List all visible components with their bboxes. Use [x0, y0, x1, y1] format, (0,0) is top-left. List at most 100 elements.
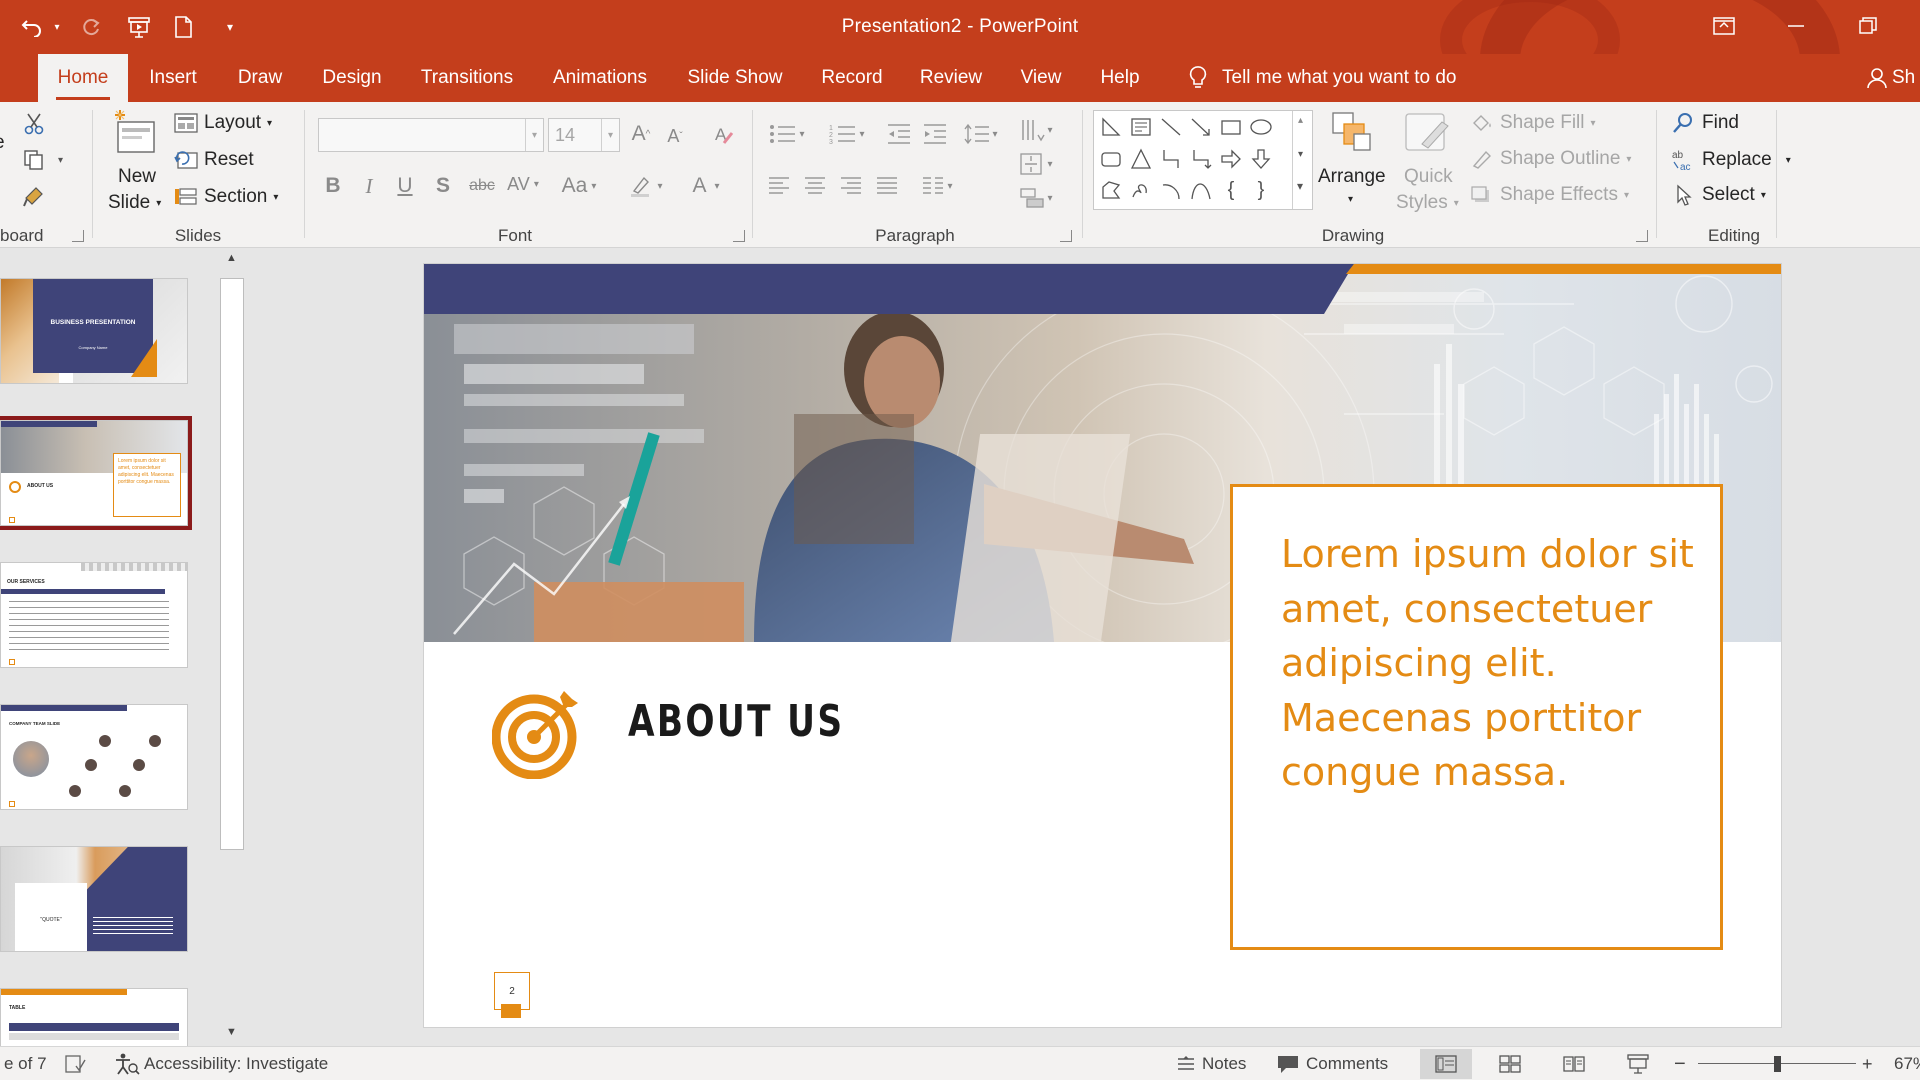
rounded-rectangle-icon[interactable]	[1098, 146, 1124, 172]
left-brace-icon[interactable]: {	[1218, 177, 1244, 203]
scroll-down-icon[interactable]: ▾	[1298, 149, 1303, 160]
body-text[interactable]: Lorem ipsum dolor sit amet, consectetuer…	[1281, 527, 1701, 800]
normal-view-icon[interactable]	[1420, 1049, 1472, 1079]
scrollbar-thumb[interactable]	[220, 278, 244, 850]
paragraph-launcher-icon[interactable]	[1060, 230, 1072, 242]
slide-thumbnail-2[interactable]: Lorem ipsum dolor sit amet, consectetuer…	[0, 416, 192, 530]
highlight-color-icon[interactable]: ▾	[624, 170, 668, 202]
down-arrow-shape-icon[interactable]	[1248, 146, 1274, 172]
lightbulb-icon[interactable]	[1180, 54, 1216, 102]
tab-help[interactable]: Help	[1092, 54, 1148, 102]
find-button[interactable]: Find	[1672, 112, 1739, 134]
font-launcher-icon[interactable]	[733, 230, 745, 242]
convert-to-smartart-icon[interactable]: ▾	[1014, 182, 1058, 214]
align-text-icon[interactable]: ▾	[1014, 148, 1058, 180]
paste-partial-label[interactable]: e	[0, 132, 5, 154]
reset-button[interactable]: Reset	[174, 149, 254, 171]
comments-button[interactable]: Comments	[1276, 1047, 1388, 1080]
slide-thumbnail-5[interactable]: "QUOTE"	[0, 846, 188, 952]
right-brace-icon[interactable]: }	[1248, 177, 1274, 203]
tab-animations[interactable]: Animations	[542, 54, 658, 102]
text-direction-icon[interactable]: ▾	[1014, 114, 1058, 146]
quick-styles-label-2[interactable]: Styles ▾	[1396, 192, 1459, 214]
arrange-label[interactable]: Arrange	[1318, 166, 1386, 188]
notes-button[interactable]: Notes	[1176, 1047, 1246, 1080]
accessibility-button[interactable]: Accessibility: Investigate	[114, 1047, 328, 1080]
target-icon[interactable]	[491, 689, 582, 784]
scribble-shape-icon[interactable]	[1128, 177, 1154, 203]
freeform-shape-icon[interactable]	[1098, 177, 1124, 203]
zoom-out-button[interactable]: −	[1674, 1047, 1686, 1080]
strikethrough-button[interactable]: abc	[464, 170, 500, 202]
tab-insert[interactable]: Insert	[140, 54, 206, 102]
arrange-icon[interactable]	[1330, 110, 1374, 154]
new-slide-icon[interactable]	[110, 108, 160, 158]
font-color-button[interactable]: A ▾	[684, 170, 728, 202]
clear-formatting-icon[interactable]: A	[708, 118, 738, 150]
rectangle-shape-icon[interactable]	[1218, 114, 1244, 140]
replace-button[interactable]: ab ac Replace ▾	[1672, 148, 1791, 172]
tell-me-search[interactable]: Tell me what you want to do	[1222, 54, 1482, 102]
new-slide-label-2[interactable]: Slide ▾	[108, 192, 161, 214]
triangle-shape-icon[interactable]	[1128, 146, 1154, 172]
chevron-down-icon[interactable]: ▾	[1348, 194, 1353, 205]
minimize-icon[interactable]	[1776, 8, 1816, 44]
slide-sorter-icon[interactable]	[1484, 1049, 1536, 1079]
slide-show-view-icon[interactable]	[1612, 1049, 1664, 1079]
tab-slide-show[interactable]: Slide Show	[680, 54, 790, 102]
slide-thumbnail-6[interactable]: TABLE	[0, 988, 188, 1046]
arrow-line-icon[interactable]	[1188, 114, 1214, 140]
curve-shape-icon[interactable]	[1188, 177, 1214, 203]
tab-draw[interactable]: Draw	[228, 54, 292, 102]
increase-font-size-icon[interactable]: A ^	[626, 118, 656, 150]
spell-check-icon[interactable]	[64, 1047, 86, 1080]
tab-review[interactable]: Review	[912, 54, 990, 102]
slide-thumbnail-4[interactable]: COMPANY TEAM SLIDE	[0, 704, 188, 810]
line-shape-icon[interactable]	[1098, 114, 1124, 140]
slide-thumbnail-3[interactable]: OUR SERVICES	[0, 562, 188, 668]
restore-icon[interactable]	[1848, 8, 1888, 44]
change-case-button[interactable]: Aa ▾	[556, 170, 602, 202]
shape-fill-button[interactable]: Shape Fill ▾	[1470, 112, 1596, 134]
scroll-up-icon[interactable]: ▴	[1298, 115, 1303, 126]
format-painter-icon[interactable]	[22, 184, 46, 208]
ribbon-display-options-icon[interactable]	[1704, 8, 1744, 44]
copy-icon[interactable]: ▾	[22, 148, 63, 172]
gallery-scroll[interactable]: ▴ ▾ ▾	[1292, 111, 1312, 209]
align-center-icon[interactable]	[800, 170, 830, 202]
increase-indent-icon[interactable]	[920, 118, 950, 150]
zoom-level[interactable]: 67%	[1894, 1047, 1920, 1080]
body-text-box[interactable]: Lorem ipsum dolor sit amet, consectetuer…	[1230, 484, 1723, 950]
chevron-down-icon[interactable]: ▾	[525, 119, 543, 151]
numbering-icon[interactable]: 1 2 3 ▾	[824, 118, 870, 150]
textbox-shape-icon[interactable]	[1128, 114, 1154, 140]
tab-design[interactable]: Design	[312, 54, 392, 102]
layout-button[interactable]: Layout ▾	[174, 112, 272, 134]
zoom-slider[interactable]	[1698, 1047, 1858, 1080]
elbow-arrow-icon[interactable]	[1188, 146, 1214, 172]
section-button[interactable]: Section ▾	[174, 186, 278, 208]
elbow-connector-icon[interactable]	[1158, 146, 1184, 172]
share-label[interactable]: Sh	[1892, 54, 1920, 102]
slide-counter[interactable]: e of 7	[4, 1047, 47, 1080]
scroll-up-icon[interactable]: ▲	[226, 252, 237, 264]
bold-button[interactable]: B	[318, 170, 348, 202]
share-person-icon[interactable]	[1862, 54, 1892, 102]
underline-button[interactable]: U	[390, 170, 420, 202]
font-size-field[interactable]: 14 ▾	[548, 118, 620, 152]
chevron-down-icon[interactable]: ▾	[601, 119, 619, 151]
zoom-slider-handle[interactable]	[1774, 1056, 1781, 1072]
new-slide-label[interactable]: New	[118, 166, 156, 188]
cut-icon[interactable]	[22, 112, 46, 136]
slide-thumbnail-pane[interactable]: BUSINESS PRESENTATION Company Name Lorem…	[0, 248, 222, 1046]
tab-view[interactable]: View	[1012, 54, 1070, 102]
decrease-indent-icon[interactable]	[884, 118, 914, 150]
tab-record[interactable]: Record	[812, 54, 892, 102]
arc-shape-icon[interactable]	[1158, 177, 1184, 203]
right-arrow-shape-icon[interactable]	[1218, 146, 1244, 172]
quick-styles-label[interactable]: Quick	[1404, 166, 1453, 188]
line-spacing-icon[interactable]: ▾	[958, 118, 1004, 150]
line-icon[interactable]	[1158, 114, 1184, 140]
character-spacing-button[interactable]: AV ▾	[504, 168, 542, 200]
decrease-font-size-icon[interactable]: Aˇ	[660, 120, 690, 152]
